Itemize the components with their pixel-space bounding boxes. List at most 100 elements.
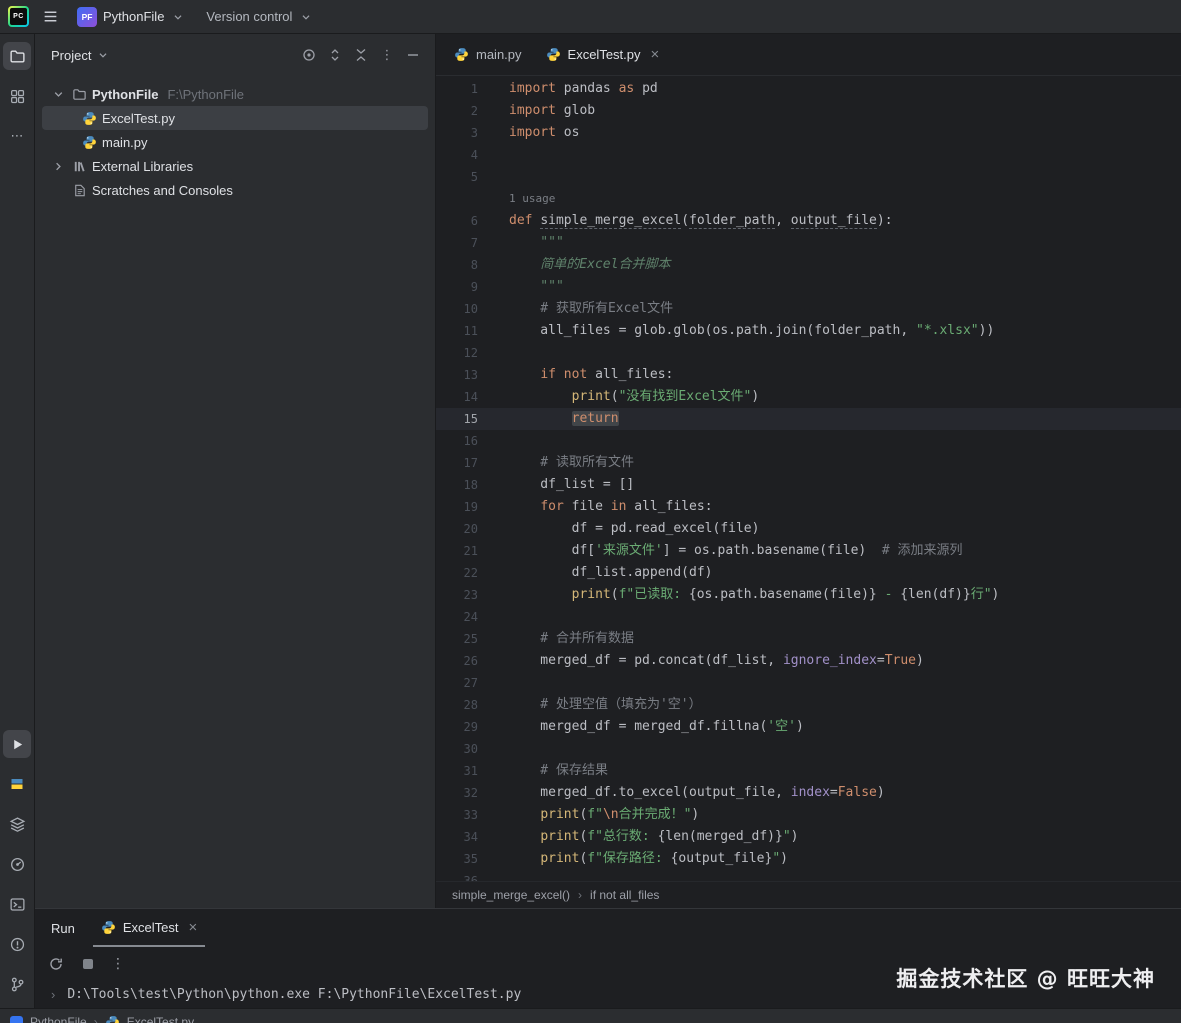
line-number[interactable]: 20 (436, 518, 478, 540)
close-tab-icon[interactable]: × (651, 47, 660, 62)
line-number[interactable]: 7 (436, 232, 478, 254)
code-row[interactable]: 9 """ (436, 276, 1181, 298)
code-row[interactable]: 29 merged_df = merged_df.fillna('空') (436, 716, 1181, 738)
line-number[interactable] (436, 188, 478, 210)
tool-terminal-icon[interactable] (3, 890, 31, 918)
hide-panel-icon[interactable] (401, 43, 425, 67)
code-row[interactable]: 27 (436, 672, 1181, 694)
line-number[interactable]: 29 (436, 716, 478, 738)
code-row[interactable]: 2import glob (436, 100, 1181, 122)
line-number[interactable]: 23 (436, 584, 478, 606)
project-selector[interactable]: PF PythonFile (71, 4, 192, 30)
line-number[interactable]: 3 (436, 122, 478, 144)
code-row[interactable]: 32 merged_df.to_excel(output_file, index… (436, 782, 1181, 804)
line-number[interactable]: 15 (436, 408, 478, 430)
line-number[interactable]: 27 (436, 672, 478, 694)
line-number[interactable]: 13 (436, 364, 478, 386)
usages-hint[interactable]: 1 usage (509, 192, 555, 205)
tool-structure-icon[interactable] (3, 82, 31, 110)
code-row[interactable]: 33 print(f"\n合并完成！") (436, 804, 1181, 826)
tool-project-icon[interactable] (3, 42, 31, 70)
line-number[interactable]: 4 (436, 144, 478, 166)
expand-collapse-icon[interactable] (323, 43, 347, 67)
tree-item-pythonfile-root[interactable]: PythonFile F:\PythonFile (42, 82, 428, 106)
line-number[interactable]: 1 (436, 78, 478, 100)
code-row[interactable]: 7 """ (436, 232, 1181, 254)
code-row[interactable]: 31 # 保存结果 (436, 760, 1181, 782)
line-number[interactable]: 35 (436, 848, 478, 870)
line-number[interactable]: 25 (436, 628, 478, 650)
stop-icon[interactable] (75, 951, 101, 977)
more-tool-windows-icon[interactable]: ⋯ (3, 122, 31, 150)
more-options-icon[interactable]: ⋮ (107, 955, 129, 972)
line-number[interactable]: 14 (436, 386, 478, 408)
breadcrumb-function[interactable]: simple_merge_excel() (452, 888, 570, 902)
line-number[interactable]: 12 (436, 342, 478, 364)
line-number[interactable]: 11 (436, 320, 478, 342)
tree-item-main-py[interactable]: main.py (42, 130, 428, 154)
code-row[interactable]: 20 df = pd.read_excel(file) (436, 518, 1181, 540)
run-tab-exceltest[interactable]: ExcelTest × (93, 909, 205, 947)
line-number[interactable]: 34 (436, 826, 478, 848)
code-row[interactable]: 1import pandas as pd (436, 78, 1181, 100)
vcs-selector[interactable]: Version control (200, 6, 320, 28)
line-number[interactable]: 30 (436, 738, 478, 760)
code-row[interactable]: 22 df_list.append(df) (436, 562, 1181, 584)
code-row[interactable]: 13 if not all_files: (436, 364, 1181, 386)
code-row[interactable]: 18 df_list = [] (436, 474, 1181, 496)
tree-item-scratches[interactable]: Scratches and Consoles (42, 178, 428, 202)
line-number[interactable]: 2 (436, 100, 478, 122)
line-number[interactable]: 26 (436, 650, 478, 672)
tab-main-py[interactable]: main.py (442, 34, 534, 75)
more-options-icon[interactable]: ⋮ (375, 43, 399, 67)
collapse-all-icon[interactable] (349, 43, 373, 67)
chevron-down-icon[interactable] (50, 86, 66, 102)
line-number[interactable]: 32 (436, 782, 478, 804)
breadcrumb-statement[interactable]: if not all_files (590, 888, 659, 902)
git-branch-icon[interactable] (3, 970, 31, 998)
status-project-crumb[interactable]: PythonFile (30, 1015, 87, 1023)
tool-problems-icon[interactable] (3, 930, 31, 958)
line-number[interactable]: 19 (436, 496, 478, 518)
code-row[interactable]: 25 # 合并所有数据 (436, 628, 1181, 650)
code-row[interactable]: 17 # 读取所有文件 (436, 452, 1181, 474)
code-row[interactable]: 3import os (436, 122, 1181, 144)
code-row[interactable]: 28 # 处理空值（填充为'空'） (436, 694, 1181, 716)
line-number[interactable]: 31 (436, 760, 478, 782)
tree-item-external-libraries[interactable]: External Libraries (42, 154, 428, 178)
line-number[interactable]: 28 (436, 694, 478, 716)
tool-services-icon[interactable] (3, 810, 31, 838)
code-row[interactable]: 21 df['来源文件'] = os.path.basename(file) #… (436, 540, 1181, 562)
line-number[interactable]: 6 (436, 210, 478, 232)
code-row[interactable]: 4 (436, 144, 1181, 166)
code-row[interactable]: 10 # 获取所有Excel文件 (436, 298, 1181, 320)
code-row[interactable]: 15 return (436, 408, 1181, 430)
code-row[interactable]: 8 简单的Excel合并脚本 (436, 254, 1181, 276)
code-editor[interactable]: 1import pandas as pd2import glob3import … (436, 76, 1181, 881)
line-number[interactable]: 22 (436, 562, 478, 584)
code-row[interactable]: 16 (436, 430, 1181, 452)
pycharm-logo-icon[interactable]: PC (8, 6, 29, 27)
line-number[interactable]: 5 (436, 166, 478, 188)
code-row[interactable]: 35 print(f"保存路径: {output_file}") (436, 848, 1181, 870)
line-number[interactable]: 21 (436, 540, 478, 562)
chevron-down-icon[interactable] (95, 47, 111, 63)
chevron-right-icon[interactable] (50, 158, 66, 174)
line-number[interactable]: 8 (436, 254, 478, 276)
line-number[interactable]: 33 (436, 804, 478, 826)
line-number[interactable]: 9 (436, 276, 478, 298)
code-row[interactable]: 30 (436, 738, 1181, 760)
code-row[interactable]: 5 (436, 166, 1181, 188)
line-number[interactable]: 18 (436, 474, 478, 496)
code-row[interactable]: 26 merged_df = pd.concat(df_list, ignore… (436, 650, 1181, 672)
run-console[interactable]: › D:\Tools\test\Python\python.exe F:\Pyt… (35, 980, 1181, 1008)
code-row[interactable]: 24 (436, 606, 1181, 628)
code-row[interactable]: 14 print("没有找到Excel文件") (436, 386, 1181, 408)
close-tab-icon[interactable]: × (189, 920, 198, 935)
code-row[interactable]: 11 all_files = glob.glob(os.path.join(fo… (436, 320, 1181, 342)
code-row[interactable]: 12 (436, 342, 1181, 364)
line-number[interactable]: 17 (436, 452, 478, 474)
hamburger-menu-icon[interactable] (37, 4, 63, 30)
status-file-crumb[interactable]: ExcelTest.py (127, 1015, 194, 1023)
code-row[interactable]: 6def simple_merge_excel(folder_path, out… (436, 210, 1181, 232)
